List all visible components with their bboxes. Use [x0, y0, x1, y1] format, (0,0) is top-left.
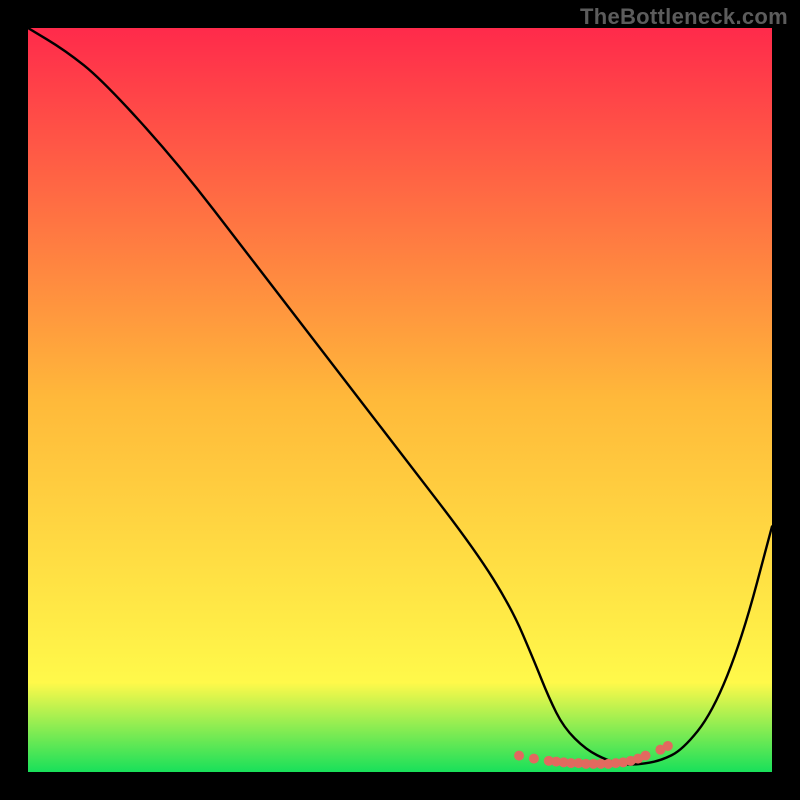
marker-dot	[514, 751, 524, 761]
gradient-background	[28, 28, 772, 772]
marker-dot	[641, 751, 651, 761]
marker-dot	[663, 741, 673, 751]
chart-svg	[28, 28, 772, 772]
marker-dot	[529, 754, 539, 764]
plot-area	[28, 28, 772, 772]
chart-frame: TheBottleneck.com	[0, 0, 800, 800]
watermark-text: TheBottleneck.com	[580, 4, 788, 30]
